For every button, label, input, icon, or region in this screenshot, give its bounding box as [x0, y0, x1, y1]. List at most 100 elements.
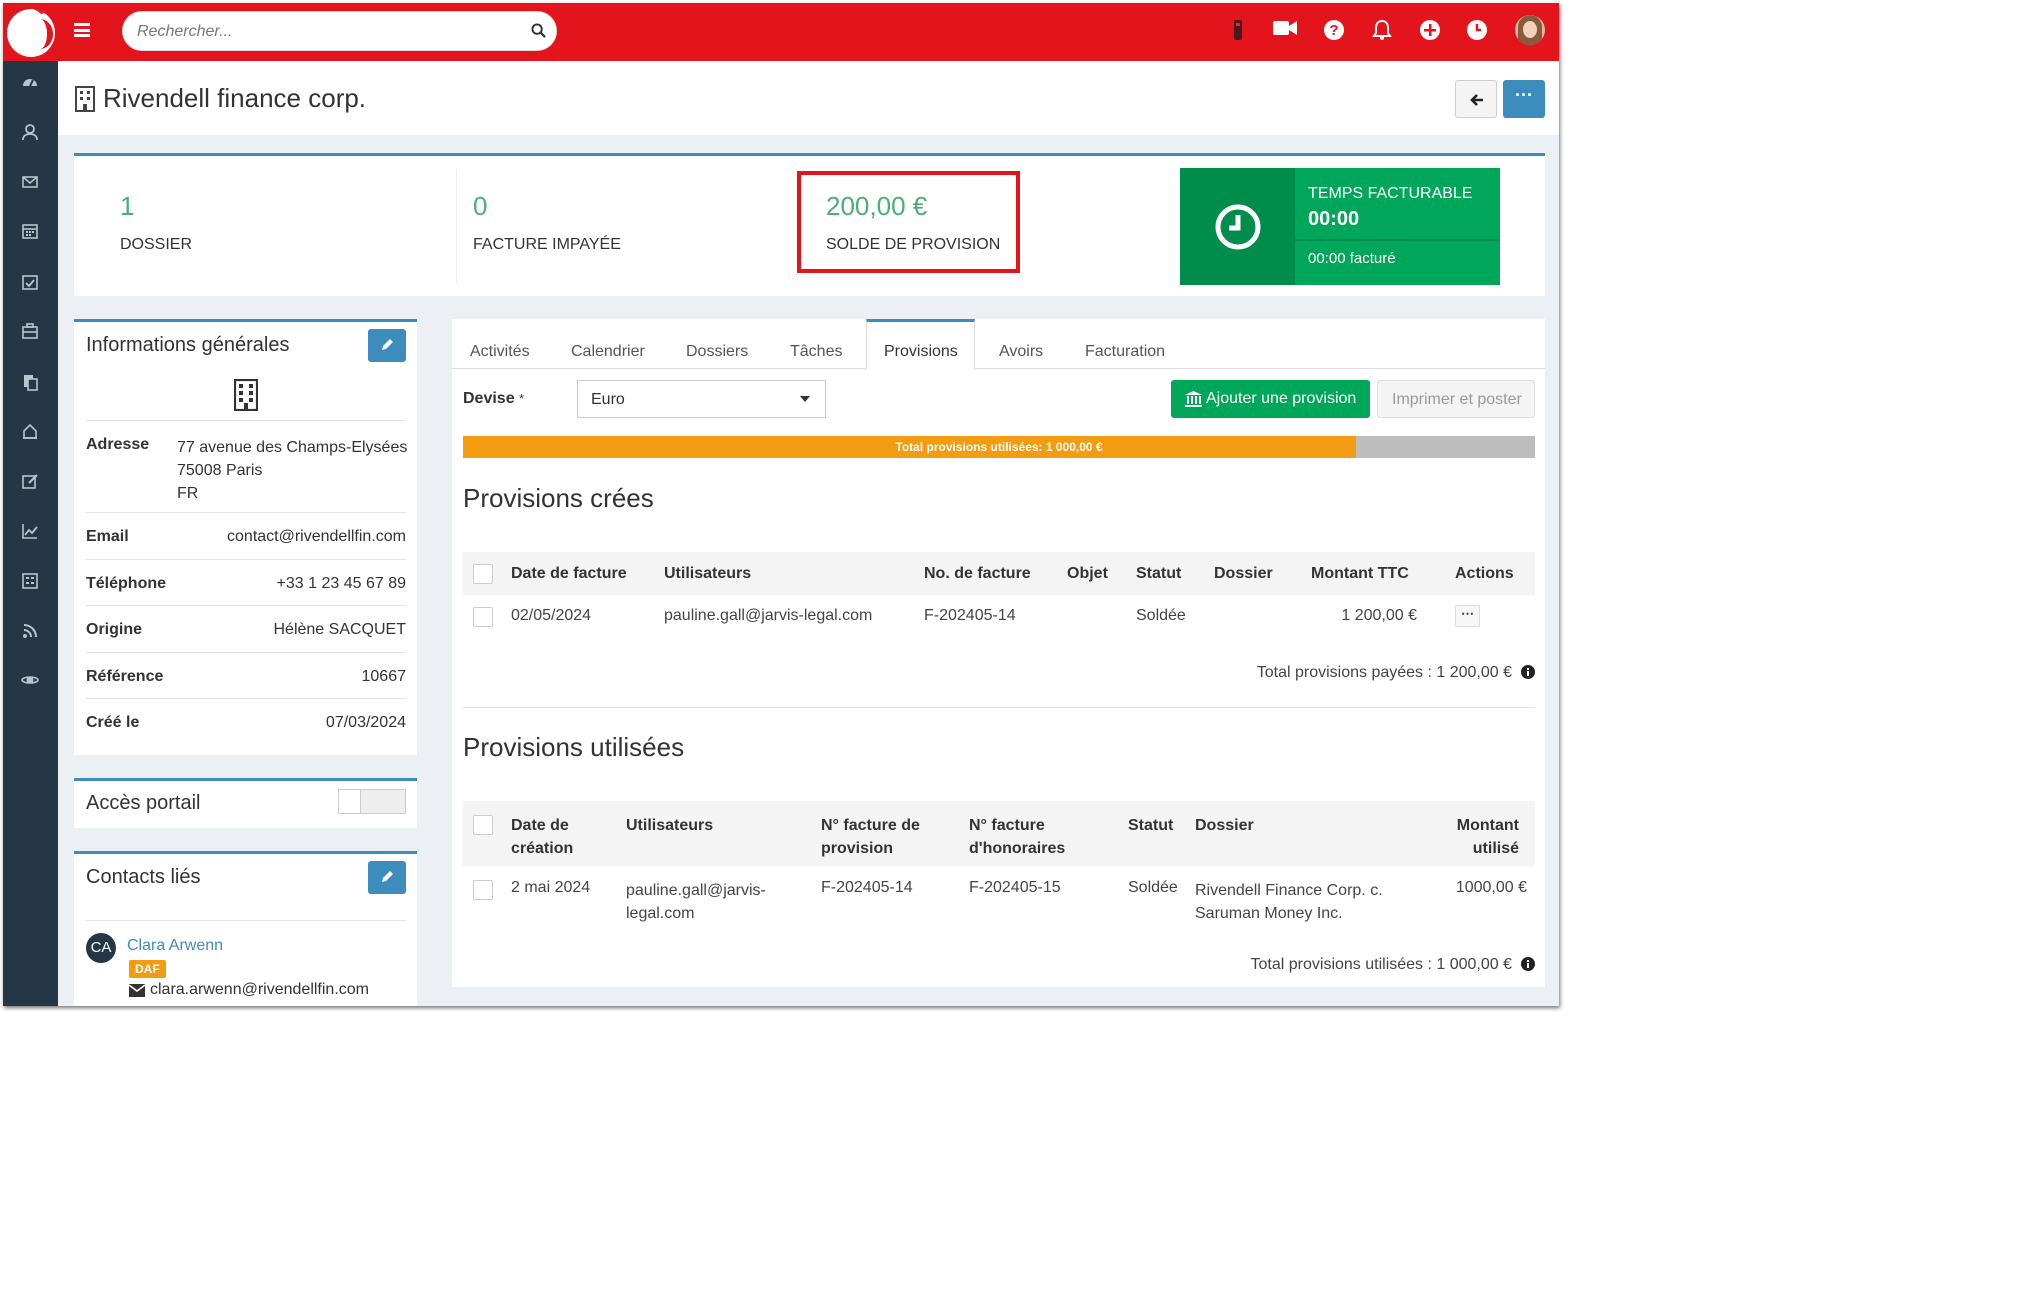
clock-icon[interactable] — [1465, 19, 1489, 43]
creees-header-statut[interactable]: Statut — [1136, 565, 1181, 583]
video-camera-icon[interactable] — [1273, 19, 1297, 43]
menu-toggle-icon[interactable] — [74, 23, 90, 37]
utilisees-row-honoraires[interactable]: F-202405-15 — [969, 879, 1061, 897]
add-icon[interactable] — [1418, 19, 1442, 43]
address-label: Adresse — [86, 436, 150, 453]
tab-facturation[interactable]: Facturation — [1085, 343, 1165, 361]
tab-activites[interactable]: Activités — [470, 343, 530, 361]
row-actions-button[interactable]: ⋯ — [1455, 605, 1480, 627]
edit-icon[interactable] — [19, 472, 41, 494]
utilisees-header-montant[interactable]: Montant utilisé — [1457, 814, 1519, 860]
edit-contacts-button[interactable] — [368, 861, 406, 894]
app-logo[interactable] — [7, 9, 55, 57]
email-value[interactable]: contact@rivendellfin.com — [227, 528, 406, 546]
dashboard-icon[interactable] — [19, 73, 41, 95]
utilisees-select-all-checkbox[interactable] — [473, 815, 493, 835]
satellite-icon[interactable] — [19, 671, 41, 693]
creees-header-objet[interactable]: Objet — [1067, 565, 1108, 583]
reference-label: Référence — [86, 668, 164, 685]
utilisees-header-dossier[interactable]: Dossier — [1195, 814, 1254, 837]
cell-line: Rivendell Finance Corp. c. — [1195, 882, 1383, 899]
mail-icon[interactable] — [19, 173, 41, 195]
creees-header-dossier[interactable]: Dossier — [1214, 565, 1273, 583]
devise-value: Euro — [591, 391, 625, 408]
creees-header-date[interactable]: Date de facture — [511, 565, 627, 583]
divider — [86, 920, 406, 921]
timer-device-icon[interactable] — [1226, 19, 1250, 43]
utilisees-header-prov[interactable]: N° facture de provision — [821, 814, 920, 860]
print-button[interactable]: Imprimer et poster — [1377, 380, 1535, 418]
devise-select[interactable]: Euro — [577, 380, 826, 418]
dossier-label: DOSSIER — [120, 236, 193, 253]
progress-label: Total provisions utilisées: 1 000,00 € — [895, 440, 1103, 454]
tab-taches[interactable]: Tâches — [790, 343, 842, 361]
table-icon[interactable] — [19, 572, 41, 594]
app-window: ? — [3, 3, 1559, 1006]
facture-label: FACTURE IMPAYÉE — [473, 236, 621, 253]
search-input[interactable] — [137, 21, 517, 43]
utilisees-total: Total provisions utilisées : 1 000,00 € — [1250, 956, 1512, 973]
back-button[interactable] — [1455, 80, 1497, 118]
creees-header-users[interactable]: Utilisateurs — [664, 565, 751, 583]
utilisees-row-dossier[interactable]: Rivendell Finance Corp. c. Saruman Money … — [1195, 879, 1383, 925]
phone-value[interactable]: +33 1 23 45 67 89 — [277, 575, 406, 593]
row-checkbox[interactable] — [473, 607, 493, 627]
utilisees-row-statut: Soldée — [1128, 879, 1178, 896]
utilisees-header-honoraires[interactable]: N° facture d'honoraires — [969, 814, 1065, 860]
creees-header-facture[interactable]: No. de facture — [924, 565, 1031, 583]
user-avatar[interactable] — [1515, 15, 1545, 45]
utilisees-row-user: pauline.gall@jarvis-legal.com — [626, 879, 766, 925]
chart-icon[interactable] — [19, 522, 41, 544]
origine-label: Origine — [86, 621, 143, 638]
help-icon[interactable]: ? — [1322, 19, 1346, 43]
tab-calendrier[interactable]: Calendrier — [571, 343, 645, 361]
row-checkbox[interactable] — [473, 880, 493, 900]
envelope-icon — [129, 984, 145, 997]
divider — [86, 512, 406, 513]
header-line: provision — [821, 840, 894, 857]
portail-toggle[interactable] — [338, 789, 406, 814]
search-box — [122, 11, 557, 51]
add-provision-button[interactable]: Ajouter une provision — [1171, 380, 1370, 418]
creees-row-statut: Soldée — [1136, 607, 1186, 624]
search-icon[interactable] — [531, 23, 546, 38]
divider — [86, 605, 406, 606]
contacts-icon[interactable] — [19, 123, 41, 145]
header-line: Montant — [1456, 817, 1519, 834]
creees-select-all-checkbox[interactable] — [473, 564, 493, 584]
dossier-count: 1 — [120, 191, 135, 221]
divider — [86, 652, 406, 653]
header-line: N° facture — [969, 817, 1045, 834]
solde-highlight-box — [797, 171, 1020, 273]
rss-icon[interactable] — [19, 622, 41, 644]
tab-avoirs[interactable]: Avoirs — [999, 343, 1043, 361]
creees-row-facture[interactable]: F-202405-14 — [924, 607, 1016, 625]
info-icon[interactable] — [1521, 665, 1535, 679]
info-icon[interactable] — [1521, 957, 1535, 971]
utilisees-row-prov[interactable]: F-202405-14 — [821, 879, 913, 897]
created-label: Créé le — [86, 714, 140, 731]
creees-header-montant[interactable]: Montant TTC — [1311, 565, 1409, 583]
address-line-3: FR — [177, 485, 199, 502]
edit-info-button[interactable] — [368, 329, 406, 362]
contact-email[interactable]: clara.arwenn@rivendellfin.com — [150, 981, 369, 999]
more-options-button[interactable]: ··· — [1503, 80, 1545, 118]
tasks-icon[interactable] — [19, 273, 41, 295]
utilisees-header-date[interactable]: Date de création — [511, 814, 573, 860]
utilisees-header-users[interactable]: Utilisateurs — [626, 814, 713, 837]
contact-name[interactable]: Clara Arwenn — [127, 937, 223, 955]
divider — [456, 169, 457, 284]
ellipsis-icon: ··· — [1515, 85, 1533, 105]
bell-icon[interactable] — [1370, 19, 1394, 43]
documents-icon[interactable] — [19, 373, 41, 395]
tab-dossiers[interactable]: Dossiers — [686, 343, 748, 361]
devise-label-text: Devise — [463, 390, 515, 407]
arrow-left-icon — [1470, 94, 1483, 106]
page-title: Rivendell finance corp. — [103, 83, 367, 113]
billing-icon[interactable] — [19, 422, 41, 444]
briefcase-icon[interactable] — [19, 322, 41, 344]
tab-provisions[interactable]: Provisions — [884, 343, 958, 361]
utilisees-header-statut[interactable]: Statut — [1128, 814, 1173, 837]
calendar-icon[interactable] — [19, 222, 41, 244]
provisions-utilisees-title: Provisions utilisées — [463, 732, 685, 762]
